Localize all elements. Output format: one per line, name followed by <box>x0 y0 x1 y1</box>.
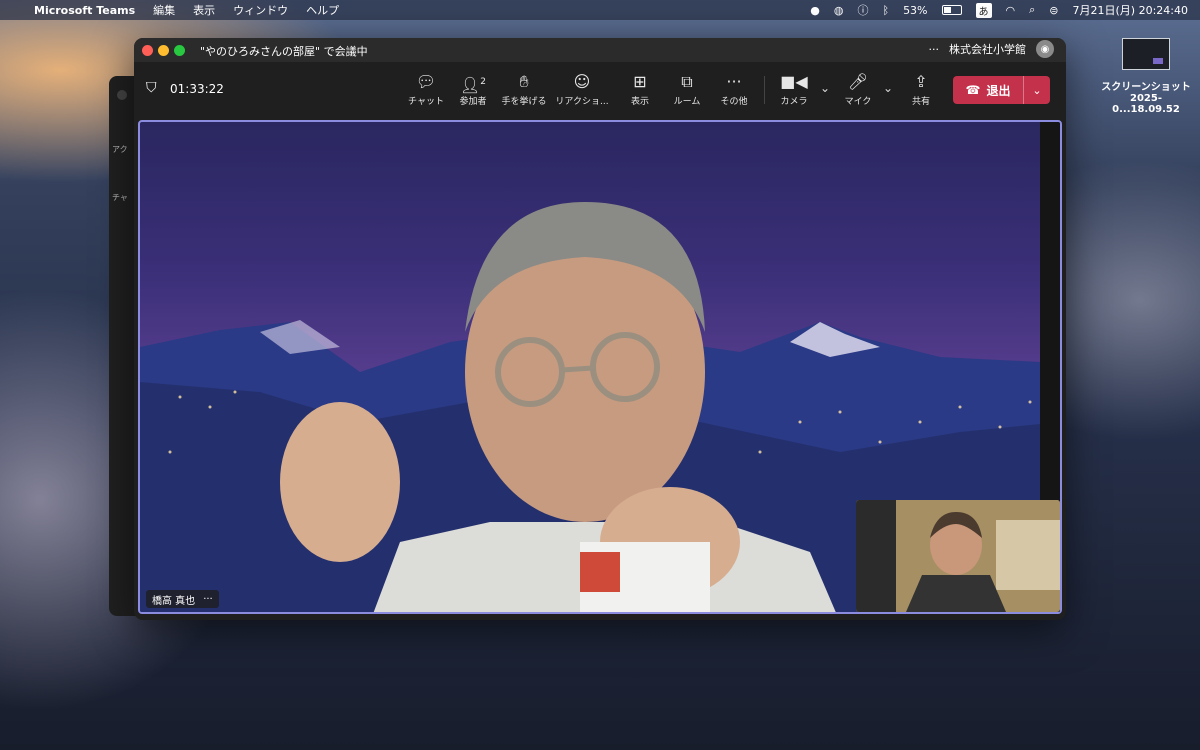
maximize-window-button[interactable] <box>174 45 185 56</box>
battery-level <box>943 7 951 13</box>
camera-icon: ■◀︎ <box>780 72 808 91</box>
leave-label: 退出 <box>986 83 1011 98</box>
more-label: その他 <box>720 97 748 107</box>
phone-hangup-icon: ☎︎ <box>965 83 981 97</box>
raise-hand-button[interactable]: ✋︎ 手を挙げる <box>494 70 554 107</box>
shield-icon[interactable]: ⛉ <box>146 80 157 96</box>
more-button[interactable]: ··· その他 <box>704 70 764 107</box>
self-view-person <box>856 500 1060 612</box>
back-window-activity-label[interactable]: アク <box>112 144 128 155</box>
reaction-label: リアクショ... <box>555 97 609 107</box>
menu-window[interactable]: ウィンドウ <box>233 2 288 18</box>
camera-label: カメラ <box>780 97 808 107</box>
mic-label: マイク <box>844 97 872 107</box>
menu-app-name[interactable]: Microsoft Teams <box>34 4 135 17</box>
raise-hand-icon: ✋︎ <box>519 72 529 91</box>
screenshot-thumbnail-icon <box>1122 38 1170 70</box>
desktop-file-name-line2: 2025-0...18.09.52 <box>1112 93 1180 115</box>
raise-hand-label: 手を挙げる <box>501 97 547 107</box>
globe-icon[interactable]: ◍ <box>834 4 844 17</box>
control-center-icon[interactable]: ⊜ <box>1049 4 1058 17</box>
user-icon: ◉ <box>1040 43 1050 55</box>
minimize-window-button[interactable] <box>158 45 169 56</box>
meeting-timer: 01:33:22 <box>170 82 224 96</box>
meeting-window: "やのひろみさんの部屋" で会議中 ··· 株式会社小学館 ◉ ⛉ 01:33:… <box>134 38 1066 620</box>
participant-more-button[interactable]: ··· <box>203 594 213 605</box>
leave-options-chevron-down-icon[interactable]: ⌄ <box>1024 84 1050 97</box>
window-title: "やのひろみさんの部屋" で会議中 <box>200 45 368 58</box>
back-window-chat-label[interactable]: チャ <box>112 192 128 203</box>
reaction-button[interactable]: ☺ リアクショ... <box>552 70 612 107</box>
smiley-icon: ☺ <box>573 72 591 91</box>
window-more-button[interactable]: ··· <box>929 43 940 56</box>
organization-name: 株式会社小学館 <box>949 43 1026 56</box>
meeting-toolbar: ⛉ 01:33:22 💬︎ チャット 👤︎2 参加者 ✋︎ 手を挙げる ☺ リア… <box>134 62 1066 118</box>
participants-label: 参加者 <box>459 97 487 107</box>
battery-percent: 53% <box>903 3 928 17</box>
more-dots-icon: ··· <box>726 72 742 91</box>
avatar[interactable]: ◉ <box>1036 40 1054 58</box>
camera-button[interactable]: ■◀︎ カメラ <box>764 70 824 107</box>
menu-datetime[interactable]: 7月21日(月) 20:24:40 <box>1073 2 1188 18</box>
leave-button[interactable]: ☎︎ 退出 <box>953 76 1024 104</box>
menu-help[interactable]: ヘルプ <box>306 2 339 18</box>
desktop-screenshot-file[interactable]: スクリーンショット 2025-0...18.09.52 <box>1100 38 1192 115</box>
participant-video-person <box>280 202 836 612</box>
battery-icon[interactable] <box>941 5 962 15</box>
menu-view[interactable]: 表示 <box>193 2 215 18</box>
share-label: 共有 <box>911 97 930 107</box>
menu-bar: Microsoft Teams 編集 表示 ウィンドウ ヘルプ ● ◍ ⓘ ᛒ … <box>0 0 1200 20</box>
desktop-file-name-line1: スクリーンショット <box>1101 82 1191 93</box>
back-window-close-icon[interactable] <box>117 90 127 100</box>
share-icon: ⇪ <box>914 72 928 91</box>
microphone-icon: 🎤︎ <box>847 72 869 91</box>
menu-edit[interactable]: 編集 <box>153 2 175 18</box>
participants-count: 2 <box>480 77 487 87</box>
participant-name: 橋高 真也 <box>152 595 196 607</box>
rooms-label: ルーム <box>673 97 701 107</box>
bluetooth-icon[interactable]: ᛒ <box>882 4 889 17</box>
share-button[interactable]: ⇪ 共有 <box>891 70 951 107</box>
chat-label: チャット <box>408 97 444 107</box>
teams-status-icon[interactable]: ● <box>810 4 820 17</box>
spotlight-search-icon[interactable]: ⌕ <box>1029 3 1035 17</box>
leave-button-group: ☎︎ 退出 ⌄ <box>953 76 1050 104</box>
input-method-icon[interactable]: あ <box>975 2 992 18</box>
wifi-icon[interactable]: ◠ <box>1006 4 1016 17</box>
accessibility-icon[interactable]: ⓘ <box>857 2 868 18</box>
view-label: 表示 <box>630 97 649 107</box>
main-video-stage[interactable]: 橋高 真也 ··· <box>138 120 1062 614</box>
self-view-video-thumbnail[interactable] <box>856 500 1060 612</box>
participant-name-tag[interactable]: 橋高 真也 ··· <box>146 590 219 608</box>
window-titlebar[interactable]: "やのひろみさんの部屋" で会議中 ··· 株式会社小学館 ◉ <box>134 38 1066 62</box>
close-window-button[interactable] <box>142 45 153 56</box>
mic-button[interactable]: 🎤︎ マイク <box>828 70 888 107</box>
